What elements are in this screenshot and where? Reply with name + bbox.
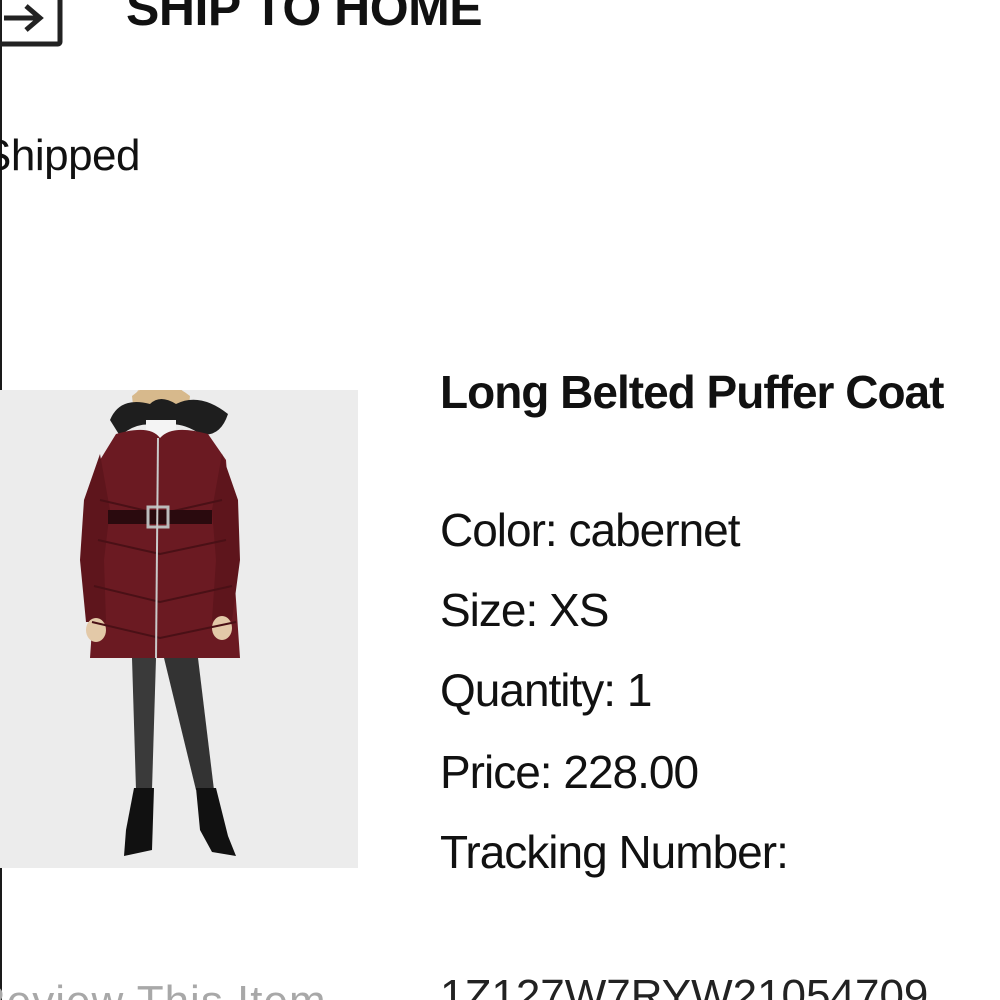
product-name[interactable]: Long Belted Puffer Coat bbox=[440, 364, 944, 420]
product-color: Color: cabernet bbox=[440, 502, 741, 558]
size-label: Size: bbox=[440, 584, 538, 636]
price-label: Price: bbox=[440, 746, 553, 798]
color-label: Color: bbox=[440, 504, 558, 556]
order-status: Shipped bbox=[0, 131, 140, 180]
product-image[interactable] bbox=[0, 390, 358, 868]
size-value: XS bbox=[549, 584, 609, 636]
section-title: SHIP TO HOME bbox=[126, 0, 483, 36]
product-quantity: Quantity: 1 bbox=[440, 662, 653, 718]
quantity-value: 1 bbox=[626, 664, 653, 716]
product-size: Size: XS bbox=[440, 582, 609, 638]
color-value: cabernet bbox=[568, 504, 741, 556]
tracking-number-link[interactable]: 1Z127W7RYW21054709 bbox=[440, 968, 928, 1000]
product-price: Price: 228.00 bbox=[440, 744, 699, 800]
ship-to-home-icon bbox=[0, 0, 66, 50]
quantity-label: Quantity: bbox=[440, 664, 616, 716]
price-value: 228.00 bbox=[563, 746, 699, 798]
review-item-link[interactable]: Review This Item bbox=[0, 974, 327, 1000]
tracking-label: Tracking Number: bbox=[440, 826, 789, 878]
